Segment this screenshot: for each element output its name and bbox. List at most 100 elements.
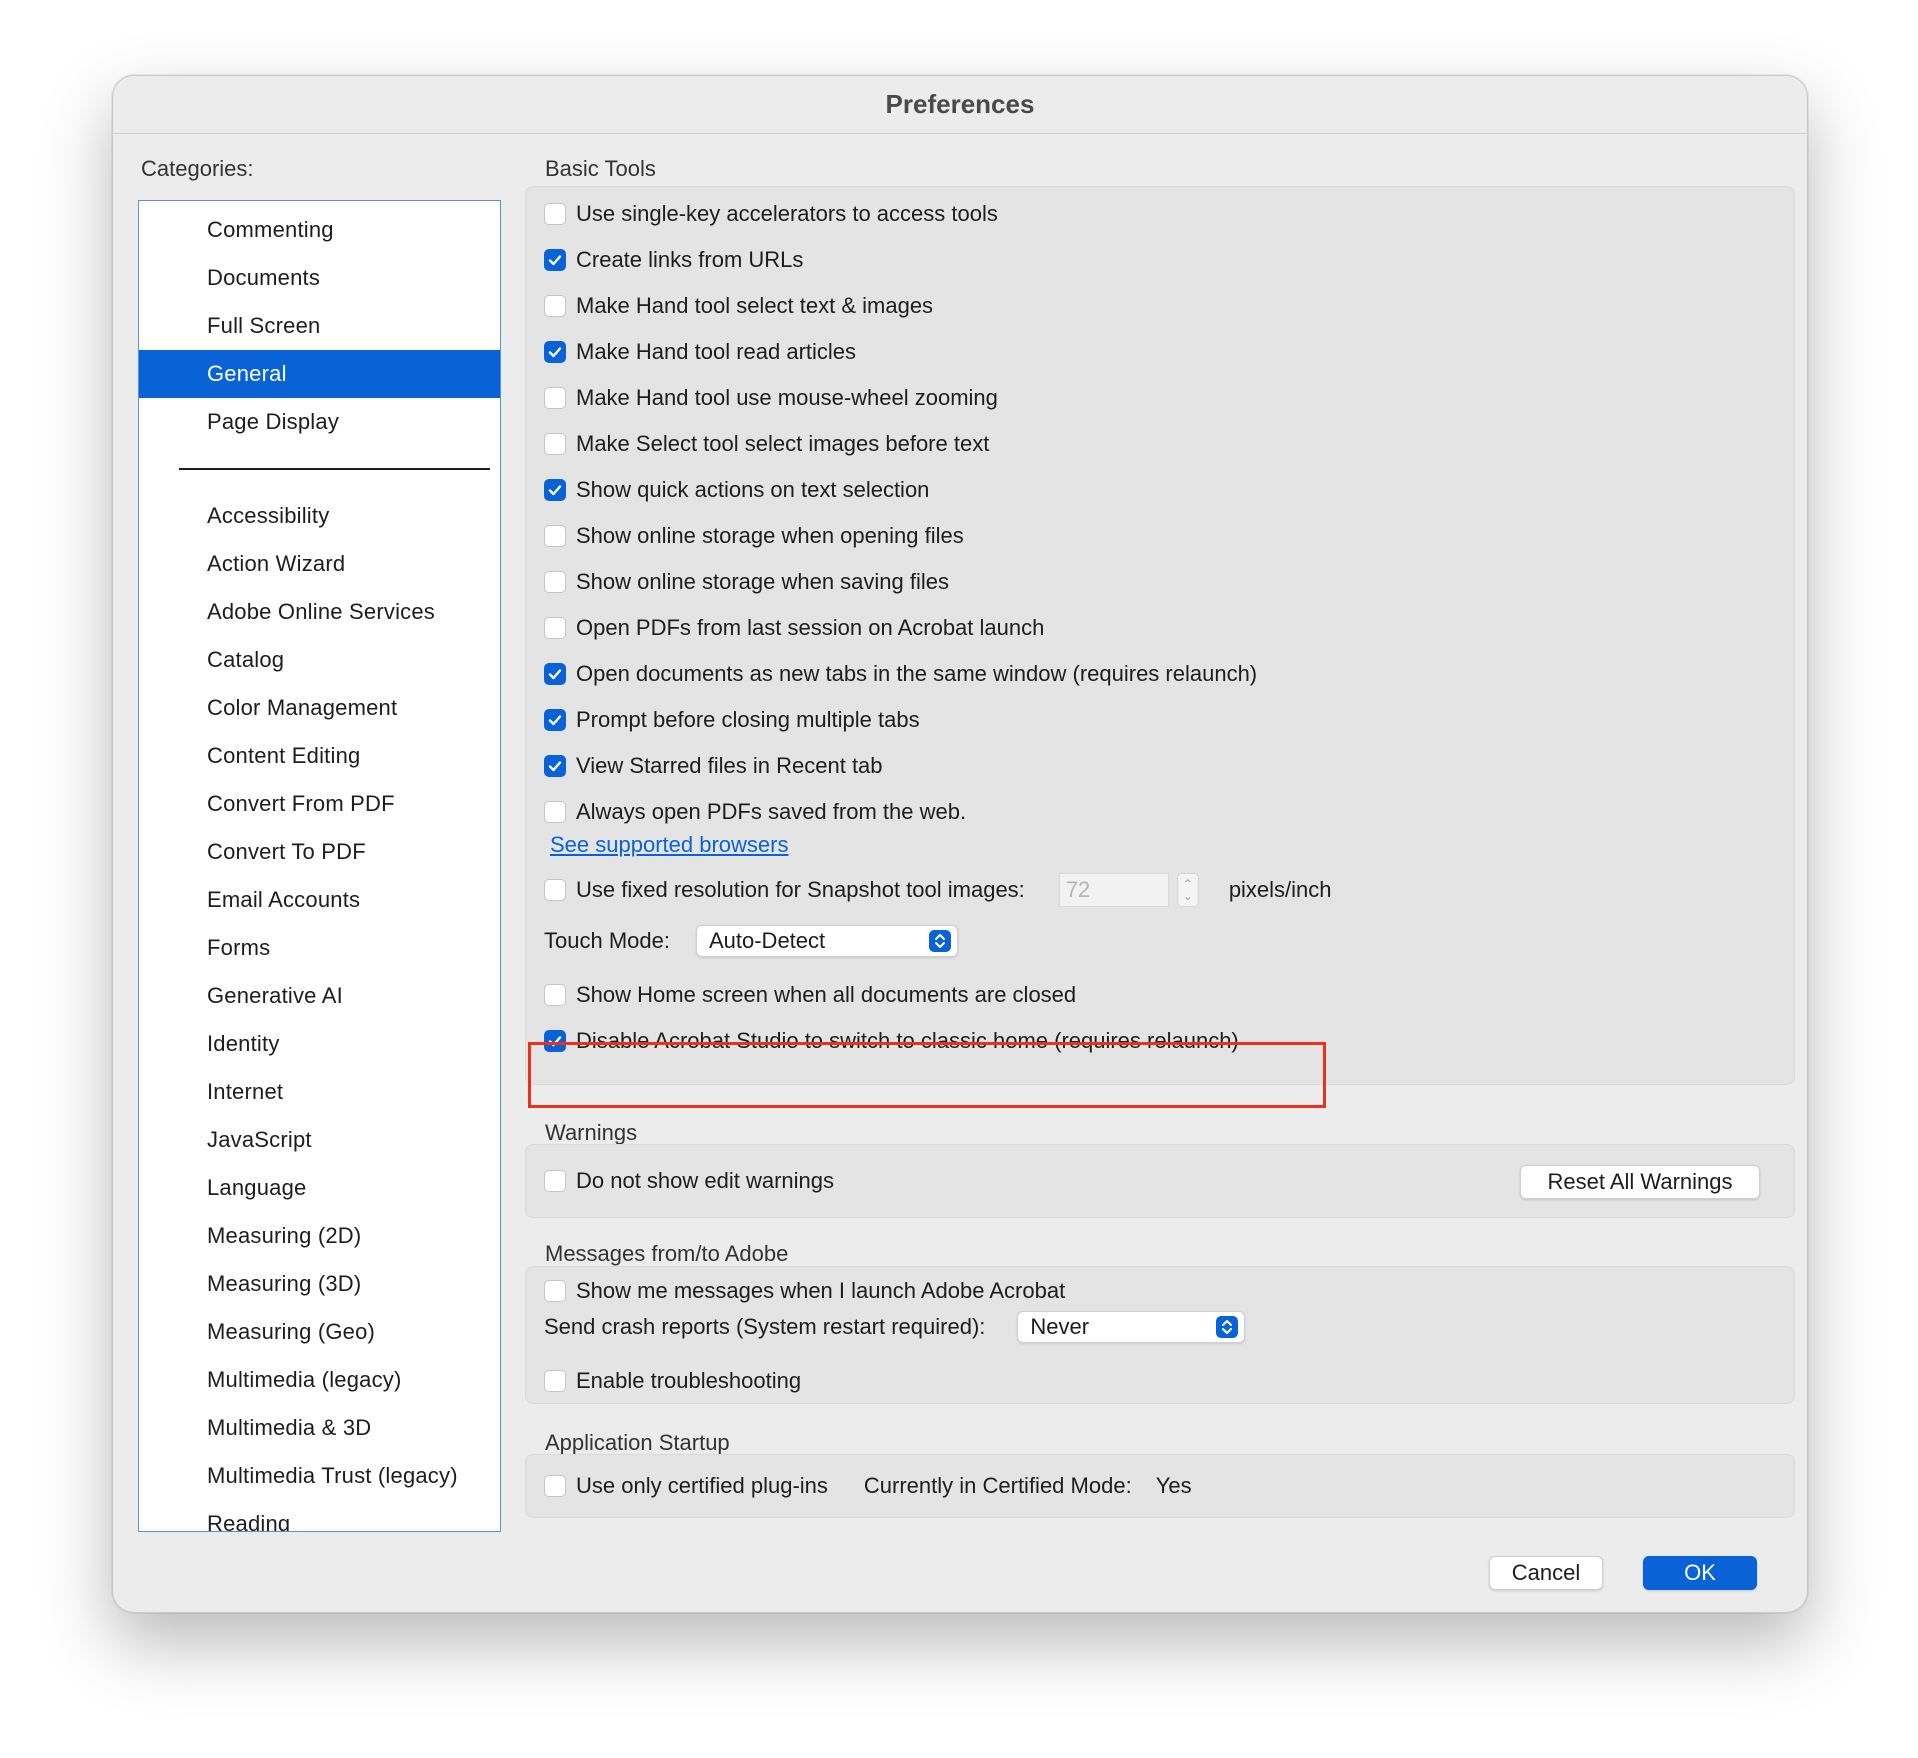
basic-option-checkbox[interactable] bbox=[544, 433, 566, 455]
basic-option-checkbox[interactable] bbox=[544, 617, 566, 639]
basic-option-row: Make Hand tool use mouse-wheel zooming bbox=[544, 378, 998, 418]
snapshot-label: Use fixed resolution for Snapshot tool i… bbox=[576, 877, 1025, 902]
category-item-reading[interactable]: Reading bbox=[139, 1500, 500, 1532]
basic-option-checkbox[interactable] bbox=[544, 525, 566, 547]
snapshot-row: Use fixed resolution for Snapshot tool i… bbox=[544, 870, 1332, 910]
reset-all-warnings-button[interactable]: Reset All Warnings bbox=[1520, 1165, 1760, 1199]
basic-option-row: Make Select tool select images before te… bbox=[544, 424, 989, 464]
snapshot-resolution-field[interactable]: 72 bbox=[1058, 873, 1169, 907]
home-screen-checkbox[interactable] bbox=[544, 984, 566, 1006]
basic-option-label: Make Hand tool select text & images bbox=[576, 293, 934, 318]
category-item-action-wizard[interactable]: Action Wizard bbox=[139, 540, 500, 588]
category-item-documents[interactable]: Documents bbox=[139, 254, 500, 302]
category-item-language[interactable]: Language bbox=[139, 1164, 500, 1212]
category-item-catalog[interactable]: Catalog bbox=[139, 636, 500, 684]
basic-option-checkbox[interactable] bbox=[544, 387, 566, 409]
basic-option-checkbox[interactable] bbox=[544, 249, 566, 271]
basic-option-checkbox[interactable] bbox=[544, 663, 566, 685]
snapshot-unit: pixels/inch bbox=[1228, 877, 1332, 902]
basic-option-row: Use single-key accelerators to access to… bbox=[544, 194, 998, 234]
category-item-forms[interactable]: Forms bbox=[139, 924, 500, 972]
category-item-full-screen[interactable]: Full Screen bbox=[139, 302, 500, 350]
touch-mode-value: Auto-Detect bbox=[708, 928, 826, 953]
category-item-measuring-2d-[interactable]: Measuring (2D) bbox=[139, 1212, 500, 1260]
certified-plugins-checkbox[interactable] bbox=[544, 1475, 566, 1497]
category-item-identity[interactable]: Identity bbox=[139, 1020, 500, 1068]
basic-option-checkbox[interactable] bbox=[544, 709, 566, 731]
category-item-generative-ai[interactable]: Generative AI bbox=[139, 972, 500, 1020]
dialog-title: Preferences bbox=[113, 76, 1807, 134]
category-item-measuring-geo-[interactable]: Measuring (Geo) bbox=[139, 1308, 500, 1356]
category-item-general[interactable]: General bbox=[139, 350, 500, 398]
basic-option-label: Make Hand tool use mouse-wheel zooming bbox=[576, 385, 998, 410]
edit-warnings-label: Do not show edit warnings bbox=[576, 1168, 835, 1193]
select-arrows-icon bbox=[928, 930, 951, 952]
troubleshooting-label: Enable troubleshooting bbox=[576, 1368, 802, 1393]
basic-option-label: Show online storage when saving files bbox=[576, 569, 950, 594]
touch-mode-select[interactable]: Auto-Detect bbox=[695, 925, 958, 957]
touch-mode-label: Touch Mode: bbox=[544, 928, 670, 953]
basic-option-checkbox[interactable] bbox=[544, 571, 566, 593]
edit-warnings-row: Do not show edit warnings bbox=[544, 1161, 834, 1201]
category-item-convert-from-pdf[interactable]: Convert From PDF bbox=[139, 780, 500, 828]
category-item-measuring-3d-[interactable]: Measuring (3D) bbox=[139, 1260, 500, 1308]
home-screen-label: Show Home screen when all documents are … bbox=[576, 982, 1077, 1007]
category-item-multimedia-3d[interactable]: Multimedia & 3D bbox=[139, 1404, 500, 1452]
basic-tools-panel: Use single-key accelerators to access to… bbox=[525, 186, 1795, 1085]
show-messages-checkbox[interactable] bbox=[544, 1280, 566, 1302]
category-item-color-management[interactable]: Color Management bbox=[139, 684, 500, 732]
messages-title: Messages from/to Adobe bbox=[545, 1241, 789, 1266]
basic-option-label: Make Hand tool read articles bbox=[576, 339, 857, 364]
crash-reports-row: Send crash reports (System restart requi… bbox=[544, 1307, 1246, 1347]
resolution-stepper[interactable]: ⌃ ⌄ bbox=[1176, 873, 1199, 907]
ok-button[interactable]: OK bbox=[1643, 1556, 1757, 1590]
basic-option-label: Always open PDFs saved from the web. bbox=[576, 799, 967, 824]
basic-option-checkbox[interactable] bbox=[544, 801, 566, 823]
browsers-link-row: See supported browsers bbox=[550, 825, 788, 865]
basic-option-label: View Starred files in Recent tab bbox=[576, 753, 883, 778]
basic-option-row: Open documents as new tabs in the same w… bbox=[544, 654, 1257, 694]
basic-option-checkbox[interactable] bbox=[544, 755, 566, 777]
certified-plugins-label: Use only certified plug-ins bbox=[576, 1473, 828, 1498]
basic-option-label: Create links from URLs bbox=[576, 247, 804, 272]
categories-list[interactable]: Commenting Documents Full Screen General Pag… bbox=[138, 200, 501, 1532]
basic-option-row: Open PDFs from last session on Acrobat l… bbox=[544, 608, 1044, 648]
basic-option-checkbox[interactable] bbox=[544, 203, 566, 225]
startup-panel: Use only certified plug-ins Currently in… bbox=[525, 1454, 1795, 1518]
cancel-button[interactable]: Cancel bbox=[1489, 1556, 1603, 1590]
category-item-javascript[interactable]: JavaScript bbox=[139, 1116, 500, 1164]
category-item-convert-to-pdf[interactable]: Convert To PDF bbox=[139, 828, 500, 876]
edit-warnings-checkbox[interactable] bbox=[544, 1170, 566, 1192]
categories-label: Categories: bbox=[141, 156, 254, 181]
crash-reports-label: Send crash reports (System restart requi… bbox=[544, 1314, 986, 1339]
basic-option-checkbox[interactable] bbox=[544, 295, 566, 317]
category-item-page-display[interactable]: Page Display bbox=[139, 398, 500, 446]
basic-option-label: Prompt before closing multiple tabs bbox=[576, 707, 920, 732]
basic-option-checkbox[interactable] bbox=[544, 341, 566, 363]
show-messages-label: Show me messages when I launch Adobe Acr… bbox=[576, 1278, 1066, 1303]
highlight-annotation bbox=[528, 1042, 1326, 1108]
category-item-email-accounts[interactable]: Email Accounts bbox=[139, 876, 500, 924]
category-item-multimedia-legacy-[interactable]: Multimedia (legacy) bbox=[139, 1356, 500, 1404]
basic-option-row: Show online storage when saving files bbox=[544, 562, 949, 602]
category-item-adobe-online-services[interactable]: Adobe Online Services bbox=[139, 588, 500, 636]
certified-mode-value: Yes bbox=[1155, 1473, 1192, 1498]
touch-mode-row: Touch Mode: Auto-Detect bbox=[544, 921, 958, 961]
select-arrows-icon bbox=[1216, 1316, 1239, 1338]
category-item-accessibility[interactable]: Accessibility bbox=[139, 492, 500, 540]
snapshot-checkbox[interactable] bbox=[544, 879, 566, 901]
basic-option-row: Show online storage when opening files bbox=[544, 516, 964, 556]
stepper-down-icon: ⌄ bbox=[1182, 889, 1193, 903]
category-item-commenting[interactable]: Commenting bbox=[139, 206, 500, 254]
crash-reports-select[interactable]: Never bbox=[1017, 1311, 1246, 1343]
show-messages-row: Show me messages when I launch Adobe Acr… bbox=[544, 1271, 1065, 1311]
category-item-content-editing[interactable]: Content Editing bbox=[139, 732, 500, 780]
troubleshooting-checkbox[interactable] bbox=[544, 1370, 566, 1392]
category-item-multimedia-trust-legacy-[interactable]: Multimedia Trust (legacy) bbox=[139, 1452, 500, 1500]
basic-option-checkbox[interactable] bbox=[544, 479, 566, 501]
see-supported-browsers-link[interactable]: See supported browsers bbox=[550, 832, 788, 858]
categories-separator bbox=[179, 468, 490, 470]
category-item-internet[interactable]: Internet bbox=[139, 1068, 500, 1116]
home-screen-row: Show Home screen when all documents are … bbox=[544, 975, 1076, 1015]
basic-option-label: Open PDFs from last session on Acrobat l… bbox=[576, 615, 1045, 640]
